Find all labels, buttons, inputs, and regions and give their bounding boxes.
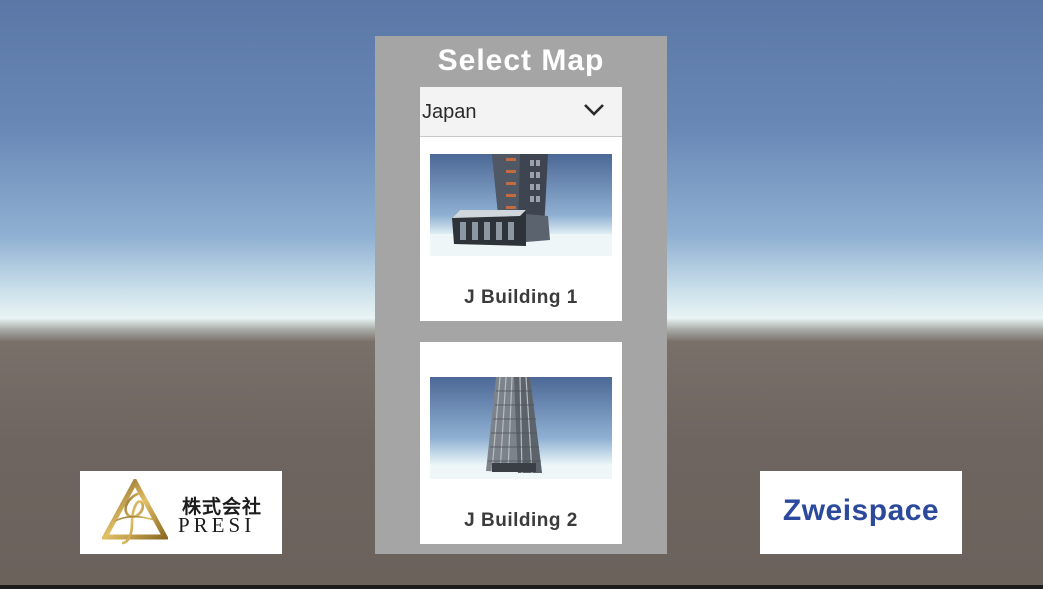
region-dropdown-label: Japan xyxy=(422,101,477,123)
map-card-j-building-1[interactable]: J Building 1 xyxy=(420,137,622,321)
map-card-j-building-2[interactable]: J Building 2 xyxy=(420,342,622,544)
zweispace-logo-text: Zweispace xyxy=(782,494,940,527)
window-bottom-edge xyxy=(0,585,1043,589)
map-card-label: J Building 2 xyxy=(464,510,578,531)
presi-company-en: PRESI xyxy=(178,513,256,537)
map-card-label: J Building 1 xyxy=(464,287,578,308)
zweispace-logo: Zweispace xyxy=(760,471,962,554)
presi-triangle-emblem-icon xyxy=(102,479,168,545)
map-thumbnail-j-building-1 xyxy=(430,154,612,256)
map-thumbnail-j-building-2 xyxy=(430,377,612,479)
select-map-panel: Select Map Japan J Building 1 J Building… xyxy=(375,36,667,554)
panel-title: Select Map xyxy=(437,44,605,77)
presi-logo: 株式会社 PRESI xyxy=(80,471,282,554)
chevron-down-icon xyxy=(584,104,604,116)
region-dropdown[interactable]: Japan xyxy=(420,87,622,137)
